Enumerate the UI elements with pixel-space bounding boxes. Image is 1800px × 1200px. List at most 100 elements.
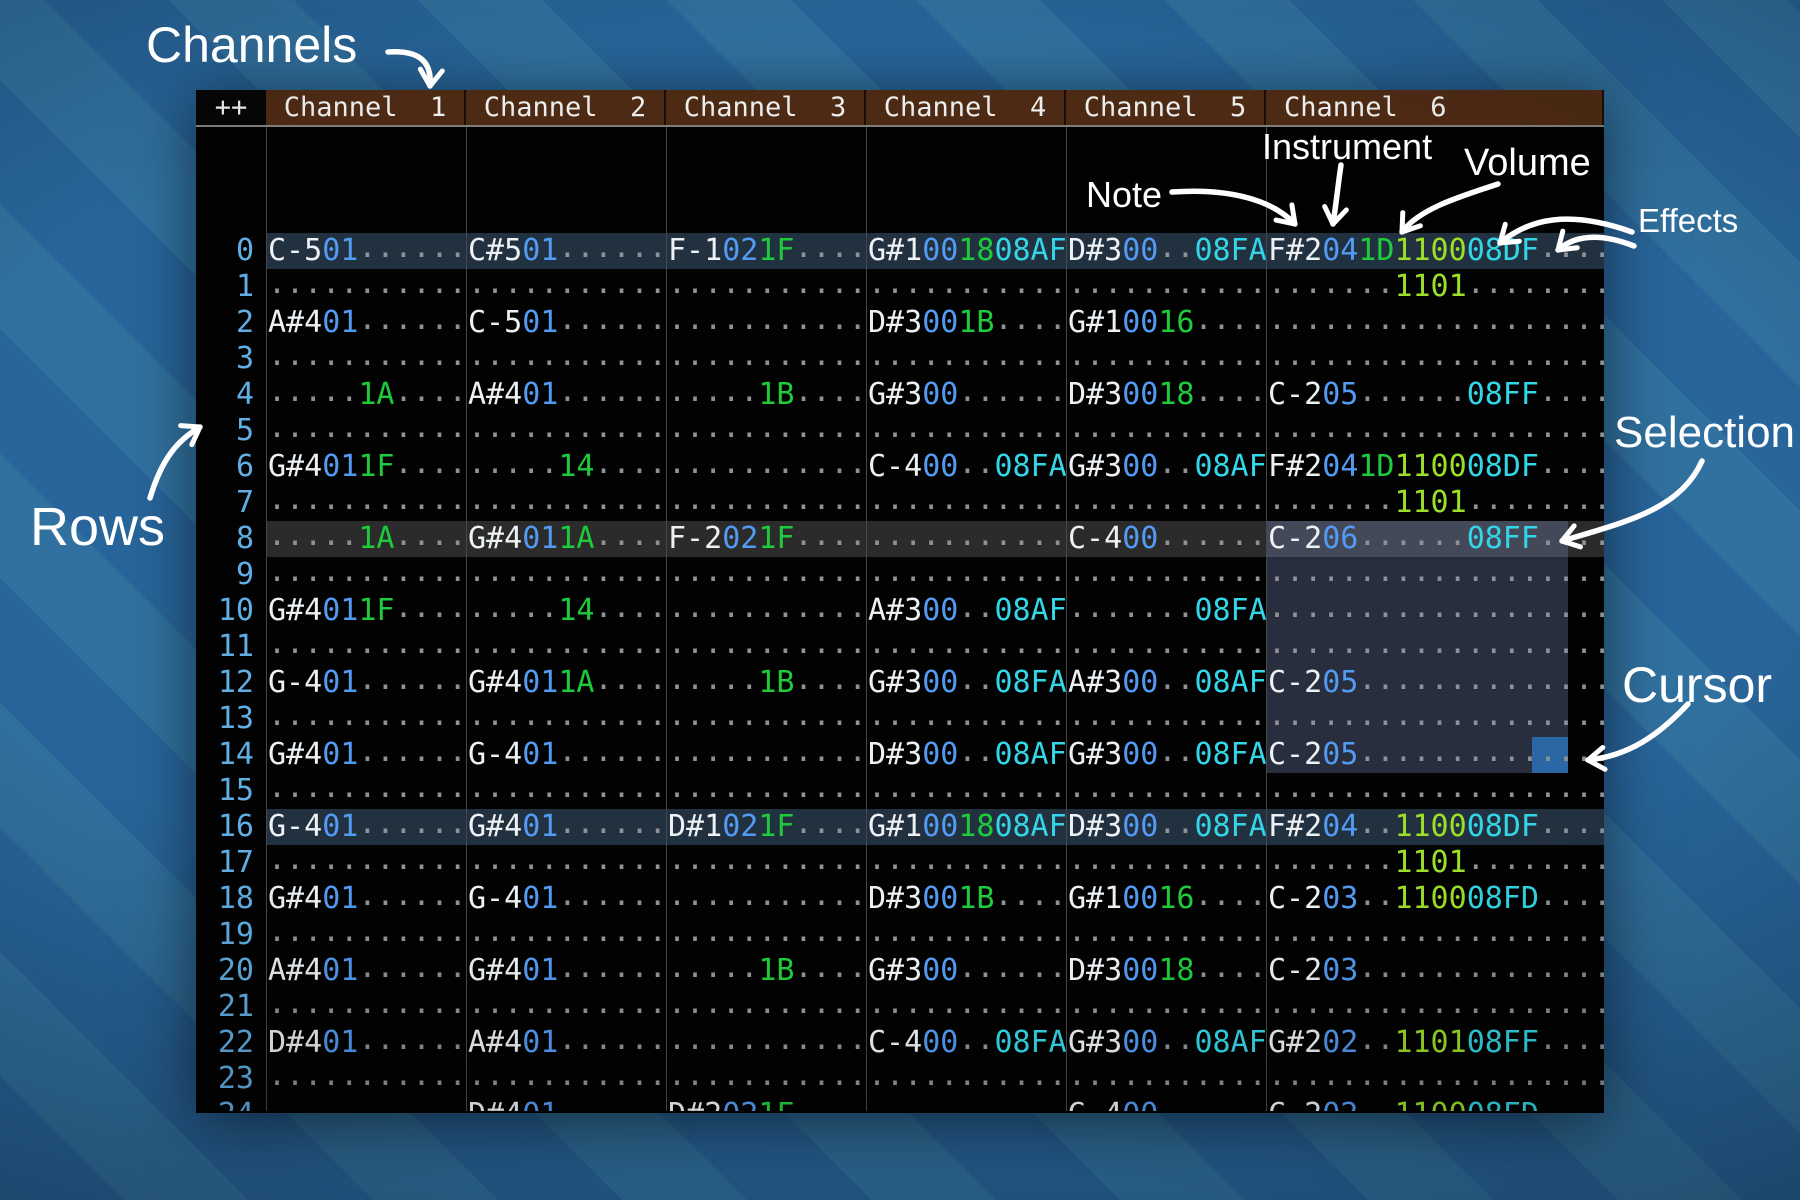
pattern-cell-ch6-row12[interactable]: C-205.............. — [1266, 665, 1604, 701]
pattern-cell-ch4-row4[interactable]: G#300...... — [866, 377, 1066, 413]
pattern-cell-ch6-row14[interactable]: C-205.............. — [1266, 737, 1604, 773]
pattern-cell-ch1-row2[interactable]: A#401...... — [266, 305, 466, 341]
pattern-cell-ch5-row13[interactable]: ........... — [1066, 701, 1266, 737]
pattern-cell-ch6-row22[interactable]: G#202..110108FF.... — [1266, 1025, 1604, 1061]
pattern-cell-ch5-row20[interactable]: D#30018.... — [1066, 953, 1266, 989]
pattern-cell-ch6-row7[interactable]: .......1101........ — [1266, 485, 1604, 521]
pattern-cell-ch6-row24[interactable]: C-202..110008FD.... — [1266, 1097, 1604, 1111]
pattern-cell-ch3-row6[interactable]: ........... — [666, 449, 866, 485]
pattern-cell-ch4-row14[interactable]: D#300..08AF — [866, 737, 1066, 773]
pattern-cell-ch6-row15[interactable]: ................... — [1266, 773, 1604, 809]
pattern-cell-ch3-row13[interactable]: ........... — [666, 701, 866, 737]
pattern-cell-ch5-row23[interactable]: ........... — [1066, 1061, 1266, 1097]
pattern-cell-ch2-row4[interactable]: A#401...... — [466, 377, 666, 413]
pattern-cell-ch6-row0[interactable]: F#2041D110008DF.... — [1266, 233, 1604, 269]
pattern-cell-ch6-row17[interactable]: .......1101........ — [1266, 845, 1604, 881]
pattern-cell-ch4-row15[interactable]: ........... — [866, 773, 1066, 809]
pattern-cell-ch3-row16[interactable]: D#1021F.... — [666, 809, 866, 845]
pattern-cell-ch2-row6[interactable]: .....14.... — [466, 449, 666, 485]
channel-header-2[interactable]: Channel 2 — [466, 90, 666, 125]
pattern-cell-ch5-row9[interactable]: ........... — [1066, 557, 1266, 593]
pattern-cell-ch1-row11[interactable]: ........... — [266, 629, 466, 665]
pattern-cell-ch4-row5[interactable]: ........... — [866, 413, 1066, 449]
pattern-cell-ch2-row12[interactable]: G#4011A.... — [466, 665, 666, 701]
pattern-cell-ch1-row7[interactable]: ........... — [266, 485, 466, 521]
pattern-cell-ch5-row10[interactable]: .......08FA — [1066, 593, 1266, 629]
pattern-cell-ch3-row24[interactable]: D#2021F.... — [666, 1097, 866, 1111]
pattern-cell-ch1-row15[interactable]: ........... — [266, 773, 466, 809]
pattern-cell-ch3-row11[interactable]: ........... — [666, 629, 866, 665]
channel-header-3[interactable]: Channel 3 — [666, 90, 866, 125]
pattern-cell-ch5-row3[interactable]: ........... — [1066, 341, 1266, 377]
pattern-cell-ch6-row9[interactable]: ................... — [1266, 557, 1604, 593]
pattern-cell-ch1-row22[interactable]: D#401...... — [266, 1025, 466, 1061]
pattern-cell-ch2-row22[interactable]: A#401...... — [466, 1025, 666, 1061]
pattern-cell-ch1-row4[interactable]: .....1A.... — [266, 377, 466, 413]
pattern-cell-ch1-row18[interactable]: G#401...... — [266, 881, 466, 917]
pattern-cell-ch3-row22[interactable]: ........... — [666, 1025, 866, 1061]
pattern-cell-ch3-row20[interactable]: .....1B.... — [666, 953, 866, 989]
pattern-cell-ch2-row15[interactable]: ........... — [466, 773, 666, 809]
pattern-cell-ch3-row19[interactable]: ........... — [666, 917, 866, 953]
pattern-cell-ch3-row7[interactable]: ........... — [666, 485, 866, 521]
pattern-cell-ch2-row13[interactable]: ........... — [466, 701, 666, 737]
pattern-cell-ch5-row16[interactable]: D#300..08FA — [1066, 809, 1266, 845]
channel-header-4[interactable]: Channel 4 — [866, 90, 1066, 125]
pattern-cell-ch2-row1[interactable]: ........... — [466, 269, 666, 305]
pattern-cell-ch5-row4[interactable]: D#30018.... — [1066, 377, 1266, 413]
pattern-cell-ch4-row24[interactable]: ........... — [866, 1097, 1066, 1111]
pattern-cell-ch2-row18[interactable]: G-401...... — [466, 881, 666, 917]
pattern-cell-ch5-row18[interactable]: G#10016.... — [1066, 881, 1266, 917]
pattern-cell-ch6-row23[interactable]: ................... — [1266, 1061, 1604, 1097]
pattern-cell-ch5-row6[interactable]: G#300..08AF — [1066, 449, 1266, 485]
pattern-cell-ch4-row16[interactable]: G#1001808AF — [866, 809, 1066, 845]
pattern-cell-ch4-row2[interactable]: D#3001B.... — [866, 305, 1066, 341]
pattern-cell-ch5-row17[interactable]: ........... — [1066, 845, 1266, 881]
pattern-cell-ch5-row22[interactable]: G#300..08AF — [1066, 1025, 1266, 1061]
pattern-cell-ch2-row3[interactable]: ........... — [466, 341, 666, 377]
pattern-cell-ch5-row1[interactable]: ........... — [1066, 269, 1266, 305]
pattern-cell-ch4-row7[interactable]: ........... — [866, 485, 1066, 521]
pattern-cell-ch4-row6[interactable]: C-400..08FA — [866, 449, 1066, 485]
pattern-cell-ch1-row5[interactable]: ........... — [266, 413, 466, 449]
pattern-cell-ch6-row19[interactable]: ................... — [1266, 917, 1604, 953]
pattern-cell-ch3-row23[interactable]: ........... — [666, 1061, 866, 1097]
pattern-cell-ch5-row21[interactable]: ........... — [1066, 989, 1266, 1025]
pattern-cell-ch5-row15[interactable]: ........... — [1066, 773, 1266, 809]
pattern-cell-ch6-row20[interactable]: C-203.............. — [1266, 953, 1604, 989]
pattern-cell-ch1-row10[interactable]: G#4011F.... — [266, 593, 466, 629]
pattern-cell-ch4-row9[interactable]: ........... — [866, 557, 1066, 593]
pattern-cell-ch1-row24[interactable]: ........... — [266, 1097, 466, 1111]
pattern-cell-ch4-row10[interactable]: A#300..08AF — [866, 593, 1066, 629]
pattern-cell-ch6-row10[interactable]: ................... — [1266, 593, 1604, 629]
pattern-cell-ch2-row20[interactable]: G#401...... — [466, 953, 666, 989]
pattern-cell-ch5-row19[interactable]: ........... — [1066, 917, 1266, 953]
pattern-cell-ch2-row7[interactable]: ........... — [466, 485, 666, 521]
pattern-cell-ch1-row20[interactable]: A#401...... — [266, 953, 466, 989]
pattern-cell-ch2-row23[interactable]: ........... — [466, 1061, 666, 1097]
pattern-cell-ch1-row0[interactable]: C-501...... — [266, 233, 466, 269]
pattern-cell-ch1-row19[interactable]: ........... — [266, 917, 466, 953]
pattern-cell-ch5-row14[interactable]: G#300..08FA — [1066, 737, 1266, 773]
pattern-cell-ch3-row4[interactable]: .....1B.... — [666, 377, 866, 413]
pattern-cell-ch3-row9[interactable]: ........... — [666, 557, 866, 593]
pattern-cell-ch5-row0[interactable]: D#300..08FA — [1066, 233, 1266, 269]
channel-add-button[interactable]: ++ — [196, 90, 266, 125]
pattern-cell-ch6-row11[interactable]: ................... — [1266, 629, 1604, 665]
pattern-cell-ch4-row23[interactable]: ........... — [866, 1061, 1066, 1097]
pattern-cell-ch4-row17[interactable]: ........... — [866, 845, 1066, 881]
pattern-cell-ch4-row11[interactable]: ........... — [866, 629, 1066, 665]
pattern-cell-ch2-row10[interactable]: .....14.... — [466, 593, 666, 629]
pattern-cell-ch2-row24[interactable]: D#401...... — [466, 1097, 666, 1111]
pattern-cell-ch6-row6[interactable]: F#2041D110008DF.... — [1266, 449, 1604, 485]
pattern-cell-ch2-row14[interactable]: G-401...... — [466, 737, 666, 773]
pattern-cell-ch3-row8[interactable]: F-2021F.... — [666, 521, 866, 557]
pattern-cell-ch2-row9[interactable]: ........... — [466, 557, 666, 593]
pattern-cell-ch5-row12[interactable]: A#300..08AF — [1066, 665, 1266, 701]
pattern-cell-ch2-row16[interactable]: G#401...... — [466, 809, 666, 845]
pattern-cell-ch5-row2[interactable]: G#10016.... — [1066, 305, 1266, 341]
pattern-cell-ch4-row20[interactable]: G#300...... — [866, 953, 1066, 989]
pattern-cell-ch1-row21[interactable]: ........... — [266, 989, 466, 1025]
pattern-cell-ch5-row11[interactable]: ........... — [1066, 629, 1266, 665]
pattern-cell-ch1-row12[interactable]: G-401...... — [266, 665, 466, 701]
